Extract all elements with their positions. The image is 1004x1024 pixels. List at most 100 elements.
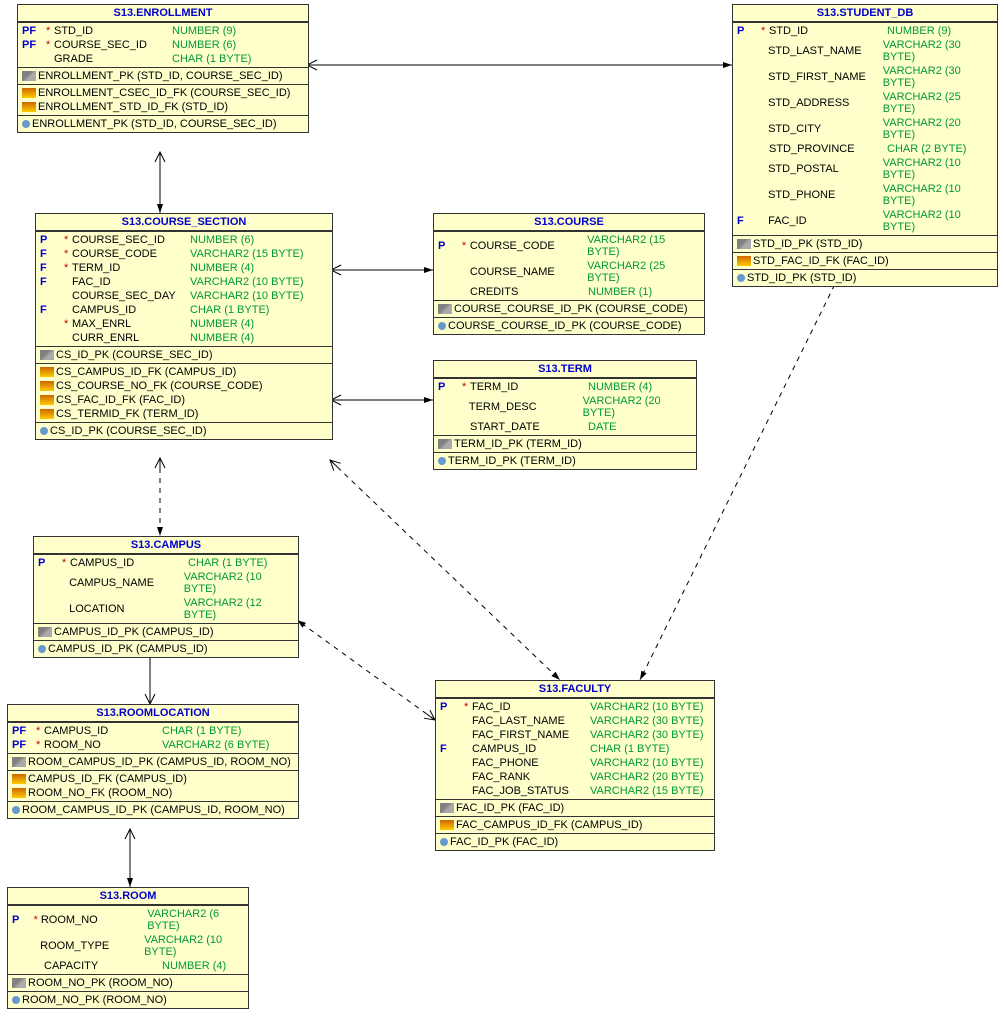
column-name: TERM_ID xyxy=(470,381,588,393)
key-flag: F xyxy=(440,743,464,755)
key-flag: F xyxy=(40,248,64,260)
column-name: STD_LAST_NAME xyxy=(768,45,883,57)
table-student[interactable]: S13.STUDENT_DBP*STD_IDNUMBER (9)STD_LAST… xyxy=(732,4,998,287)
uq-index: ROOM_CAMPUS_ID_PK (CAMPUS_ID, ROOM_NO) xyxy=(8,803,298,817)
column-row: TERM_DESCVARCHAR2 (20 BYTE) xyxy=(434,394,696,420)
column-type: VARCHAR2 (10 BYTE) xyxy=(883,209,993,233)
column-type: VARCHAR2 (10 BYTE) xyxy=(184,571,294,595)
column-row: CAPACITYNUMBER (4) xyxy=(8,959,248,973)
column-row: P*COURSE_CODEVARCHAR2 (15 BYTE) xyxy=(434,233,704,259)
ico-pk-icon xyxy=(440,803,454,813)
column-type: VARCHAR2 (12 BYTE) xyxy=(184,597,294,621)
column-name: FAC_RANK xyxy=(472,771,590,783)
table-roomlocation[interactable]: S13.ROOMLOCATIONPF*CAMPUS_IDCHAR (1 BYTE… xyxy=(7,704,299,819)
pk-index: CS_ID_PK (COURSE_SEC_ID) xyxy=(36,348,332,362)
key-flag: P xyxy=(737,25,761,37)
column-name: CREDITS xyxy=(470,286,588,298)
uq-index: TERM_ID_PK (TERM_ID) xyxy=(434,454,696,468)
ico-fk-icon xyxy=(40,381,54,391)
column-type: NUMBER (1) xyxy=(588,286,652,298)
column-type: CHAR (1 BYTE) xyxy=(188,557,267,569)
pk-index: FAC_ID_PK (FAC_ID) xyxy=(436,801,714,815)
pk-index: ROOM_NO_PK (ROOM_NO) xyxy=(8,976,248,990)
notnull-star: * xyxy=(46,25,54,37)
column-row: START_DATEDATE xyxy=(434,420,696,434)
column-type: VARCHAR2 (25 BYTE) xyxy=(587,260,700,284)
column-type: VARCHAR2 (30 BYTE) xyxy=(883,39,993,63)
key-flag: P xyxy=(438,240,462,252)
table-course[interactable]: S13.COURSEP*COURSE_CODEVARCHAR2 (15 BYTE… xyxy=(433,213,705,335)
column-name: COURSE_CODE xyxy=(72,248,190,260)
ico-pk-icon xyxy=(737,239,751,249)
uq-index: CAMPUS_ID_PK (CAMPUS_ID) xyxy=(34,642,298,656)
column-type: VARCHAR2 (30 BYTE) xyxy=(590,729,704,741)
key-flag: P xyxy=(440,701,464,713)
column-name: STD_ID xyxy=(769,25,887,37)
key-flag: F xyxy=(737,215,760,227)
table-room[interactable]: S13.ROOMP*ROOM_NOVARCHAR2 (6 BYTE)ROOM_T… xyxy=(7,887,249,1009)
column-row: FCAMPUS_IDCHAR (1 BYTE) xyxy=(436,742,714,756)
column-name: FAC_ID xyxy=(72,276,190,288)
notnull-star: * xyxy=(36,725,44,737)
column-row: CAMPUS_NAMEVARCHAR2 (10 BYTE) xyxy=(34,570,298,596)
table-campus[interactable]: S13.CAMPUSP*CAMPUS_IDCHAR (1 BYTE)CAMPUS… xyxy=(33,536,299,658)
column-name: STD_ID xyxy=(54,25,172,37)
column-type: VARCHAR2 (10 BYTE) xyxy=(590,701,704,713)
column-type: CHAR (1 BYTE) xyxy=(162,725,241,737)
column-type: VARCHAR2 (20 BYTE) xyxy=(583,395,692,419)
column-row: FFAC_IDVARCHAR2 (10 BYTE) xyxy=(733,208,997,234)
ico-fk-icon xyxy=(40,367,54,377)
fk-index: ENROLLMENT_STD_ID_FK (STD_ID) xyxy=(18,100,308,114)
ico-fk-icon xyxy=(737,256,751,266)
column-type: NUMBER (6) xyxy=(172,39,236,51)
column-row: STD_PHONEVARCHAR2 (10 BYTE) xyxy=(733,182,997,208)
fk-index: CS_FAC_ID_FK (FAC_ID) xyxy=(36,393,332,407)
table-title: S13.CAMPUS xyxy=(34,537,298,554)
key-flag: P xyxy=(12,914,34,926)
table-enrollment[interactable]: S13.ENROLLMENTPF*STD_IDNUMBER (9)PF*COUR… xyxy=(17,4,309,133)
key-flag: PF xyxy=(22,25,46,37)
column-name: ROOM_NO xyxy=(41,914,147,926)
notnull-star: * xyxy=(36,739,44,751)
notnull-star: * xyxy=(64,262,72,274)
uq-index: COURSE_COURSE_ID_PK (COURSE_CODE) xyxy=(434,319,704,333)
table-faculty[interactable]: S13.FACULTYP*FAC_IDVARCHAR2 (10 BYTE)FAC… xyxy=(435,680,715,851)
column-type: VARCHAR2 (15 BYTE) xyxy=(587,234,700,258)
pk-index: TERM_ID_PK (TERM_ID) xyxy=(434,437,696,451)
fk-index: ROOM_NO_FK (ROOM_NO) xyxy=(8,786,298,800)
pk-index: ROOM_CAMPUS_ID_PK (CAMPUS_ID, ROOM_NO) xyxy=(8,755,298,769)
column-type: VARCHAR2 (10 BYTE) xyxy=(590,757,704,769)
fk-index: CS_TERMID_FK (TERM_ID) xyxy=(36,407,332,421)
column-row: STD_POSTALVARCHAR2 (10 BYTE) xyxy=(733,156,997,182)
ico-uq-icon xyxy=(22,120,30,128)
column-name: FAC_PHONE xyxy=(472,757,590,769)
ico-fk-icon xyxy=(22,102,36,112)
column-row: CURR_ENRLNUMBER (4) xyxy=(36,331,332,345)
table-title: S13.COURSE_SECTION xyxy=(36,214,332,231)
table-course_section[interactable]: S13.COURSE_SECTIONP*COURSE_SEC_IDNUMBER … xyxy=(35,213,333,440)
column-name: CAPACITY xyxy=(44,960,162,972)
column-type: NUMBER (9) xyxy=(172,25,236,37)
column-row: ROOM_TYPEVARCHAR2 (10 BYTE) xyxy=(8,933,248,959)
column-row: STD_FIRST_NAMEVARCHAR2 (30 BYTE) xyxy=(733,64,997,90)
ico-pk-icon xyxy=(438,439,452,449)
column-name: CAMPUS_ID xyxy=(472,743,590,755)
ico-pk-icon xyxy=(12,978,26,988)
table-term[interactable]: S13.TERMP*TERM_IDNUMBER (4)TERM_DESCVARC… xyxy=(433,360,697,470)
ico-fk-icon xyxy=(12,774,26,784)
column-row: P*STD_IDNUMBER (9) xyxy=(733,24,997,38)
column-row: P*CAMPUS_IDCHAR (1 BYTE) xyxy=(34,556,298,570)
column-name: MAX_ENRL xyxy=(72,318,190,330)
column-name: FAC_FIRST_NAME xyxy=(472,729,590,741)
ico-uq-icon xyxy=(438,322,446,330)
notnull-star: * xyxy=(64,234,72,246)
fk-index: CS_COURSE_NO_FK (COURSE_CODE) xyxy=(36,379,332,393)
column-name: CAMPUS_ID xyxy=(72,304,190,316)
column-name: COURSE_CODE xyxy=(470,240,587,252)
column-type: VARCHAR2 (10 BYTE) xyxy=(144,934,244,958)
key-flag: F xyxy=(40,304,64,316)
column-name: STD_FIRST_NAME xyxy=(768,71,883,83)
column-name: GRADE xyxy=(54,53,172,65)
column-name: STD_CITY xyxy=(768,123,883,135)
pk-index: STD_ID_PK (STD_ID) xyxy=(733,237,997,251)
